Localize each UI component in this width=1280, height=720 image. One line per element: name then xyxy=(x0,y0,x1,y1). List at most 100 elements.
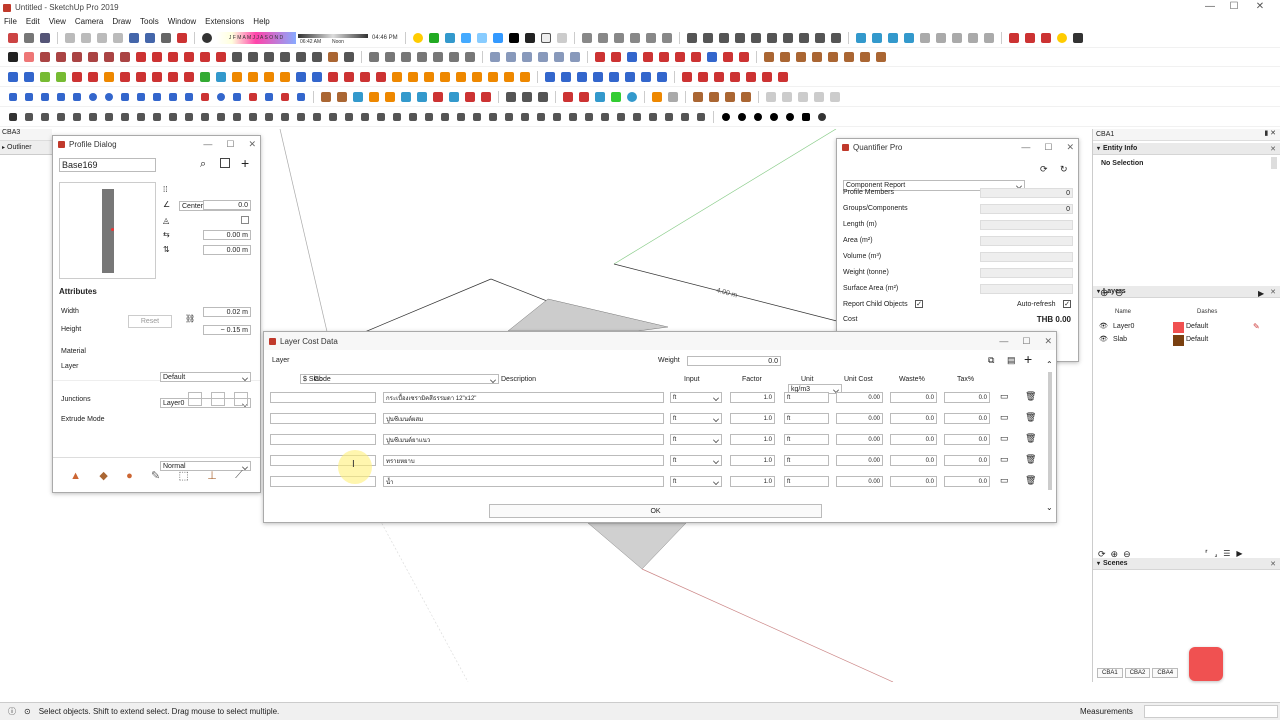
add-location-icon[interactable] xyxy=(427,32,441,45)
maximize-button[interactable]: ☐ xyxy=(1222,0,1246,14)
unit-cost-field[interactable]: 0.00 xyxy=(836,413,883,424)
solid-intersect-icon[interactable] xyxy=(504,51,518,64)
factor-field[interactable]: 1.0 xyxy=(730,455,775,466)
arrow-ad-icon[interactable] xyxy=(470,111,484,124)
search-icon[interactable]: ⌕ xyxy=(200,158,206,171)
arrow-u-icon[interactable] xyxy=(326,111,340,124)
trash-icon[interactable]: 🗑 xyxy=(1025,412,1036,423)
factor-field[interactable]: 1.0 xyxy=(730,434,775,445)
arrow-j-icon[interactable] xyxy=(150,111,164,124)
edit-d-icon[interactable] xyxy=(367,91,381,104)
tool-g-icon[interactable] xyxy=(639,71,653,84)
edit-l-icon[interactable] xyxy=(504,91,518,104)
model-info-icon[interactable] xyxy=(175,32,189,45)
trash-icon[interactable]: 🗑 xyxy=(1025,391,1036,402)
code-field[interactable] xyxy=(270,434,376,445)
solid-outer-shell-icon[interactable] xyxy=(488,51,502,64)
ok-button[interactable]: OK xyxy=(489,504,822,518)
tool-a-icon[interactable] xyxy=(543,71,557,84)
move-scene-down-icon[interactable]: ⸥ xyxy=(1214,549,1217,558)
plugin-gear-icon[interactable] xyxy=(1071,32,1085,45)
erase-icon[interactable] xyxy=(111,32,125,45)
arrow-aa-icon[interactable] xyxy=(422,111,436,124)
arrow-f-icon[interactable] xyxy=(86,111,100,124)
profile-library-icon[interactable] xyxy=(874,51,888,64)
profile-builder-icon[interactable] xyxy=(762,51,776,64)
edit-ab-icon[interactable] xyxy=(796,91,810,104)
shape-s-icon[interactable] xyxy=(294,71,308,84)
scroll-up-icon[interactable]: ⌃ xyxy=(1046,360,1053,369)
view-front-icon[interactable] xyxy=(612,32,626,45)
tax-field[interactable]: 0.0 xyxy=(944,455,990,466)
paint-profile-icon[interactable]: ▲ xyxy=(70,470,81,482)
draw-j-icon[interactable] xyxy=(150,91,164,104)
edit-z-icon[interactable] xyxy=(764,91,778,104)
solid-union-icon[interactable] xyxy=(520,51,534,64)
sandbox-from-contours-icon[interactable] xyxy=(367,51,381,64)
shape-ag-icon[interactable] xyxy=(518,71,532,84)
edit-q-icon[interactable] xyxy=(593,91,607,104)
height-field[interactable]: ~ 0.15 m xyxy=(203,325,251,335)
edit-e-icon[interactable] xyxy=(383,91,397,104)
shape-k-icon[interactable] xyxy=(166,71,180,84)
flip-edge-icon[interactable] xyxy=(463,51,477,64)
edit-h-icon[interactable] xyxy=(431,91,445,104)
minimize-icon[interactable]: — xyxy=(999,332,1008,350)
edit-g-icon[interactable] xyxy=(415,91,429,104)
waste-field[interactable]: 0.0 xyxy=(890,476,937,487)
arrow-a-icon[interactable] xyxy=(6,111,20,124)
draw-o-icon[interactable] xyxy=(230,91,244,104)
shape-h-icon[interactable] xyxy=(118,71,132,84)
offset-icon[interactable] xyxy=(214,51,228,64)
close-button[interactable]: ✕ xyxy=(1248,0,1272,14)
visibility-eye-icon[interactable]: 👁 xyxy=(1099,322,1108,330)
menu-help[interactable]: Help xyxy=(253,17,269,26)
input-select[interactable]: ft xyxy=(670,434,722,445)
tax-field[interactable]: 0.0 xyxy=(944,476,990,487)
comment-icon[interactable]: ▭ xyxy=(1000,475,1009,486)
scroll-down-icon[interactable]: ⌄ xyxy=(1046,503,1053,512)
draw-q-icon[interactable] xyxy=(262,91,276,104)
eyedropper-icon[interactable]: ⟋ xyxy=(235,469,243,482)
code-field[interactable] xyxy=(270,392,376,403)
tool-d-icon[interactable] xyxy=(591,71,605,84)
outliner-header[interactable]: ▸ Outliner xyxy=(0,141,52,155)
arrow-g-icon[interactable] xyxy=(102,111,116,124)
shape-ae-icon[interactable] xyxy=(486,71,500,84)
draw-e-icon[interactable] xyxy=(70,91,84,104)
tool-n-icon[interactable] xyxy=(760,71,774,84)
waste-field[interactable]: 0.0 xyxy=(890,413,937,424)
section-fill-icon[interactable] xyxy=(902,32,916,45)
tax-field[interactable]: 0.0 xyxy=(944,413,990,424)
arrow-n-icon[interactable] xyxy=(214,111,228,124)
arrow-ah-icon[interactable] xyxy=(534,111,548,124)
unit-cost-field[interactable]: 0.00 xyxy=(836,476,883,487)
look-around-icon[interactable] xyxy=(829,32,843,45)
draw-a-icon[interactable] xyxy=(6,91,20,104)
input-select[interactable]: ft xyxy=(670,392,722,403)
edit-profile-icon[interactable]: ✎ xyxy=(151,469,160,482)
shape-d-icon[interactable] xyxy=(54,71,68,84)
record-c-icon[interactable] xyxy=(751,111,765,124)
draw-c-icon[interactable] xyxy=(38,91,52,104)
angle-field[interactable]: 0.0 xyxy=(203,200,251,210)
draw-h-icon[interactable] xyxy=(118,91,132,104)
arrow-b-icon[interactable] xyxy=(22,111,36,124)
draw-i-icon[interactable] xyxy=(134,91,148,104)
description-field[interactable]: กระเบื้องเซรามิคสีธรรมดา 12"x12" xyxy=(383,392,664,403)
build-assembly-icon[interactable] xyxy=(810,51,824,64)
visibility-eye-icon[interactable]: 👁 xyxy=(1099,335,1108,343)
description-field[interactable]: ปูนซีเมนต์ผสม xyxy=(383,413,664,424)
edit-w-icon[interactable] xyxy=(707,91,721,104)
tax-field[interactable]: 0.0 xyxy=(944,392,990,403)
maximize-icon[interactable]: ☐ xyxy=(1022,332,1030,350)
trash-icon[interactable]: 🗑 xyxy=(1025,433,1036,444)
scene-view-options-icon[interactable]: ☰ xyxy=(1223,549,1230,558)
tool-c-icon[interactable] xyxy=(575,71,589,84)
trash-icon[interactable]: 🗑 xyxy=(1025,475,1036,486)
input-select[interactable]: ft xyxy=(670,413,722,424)
orbit-icon[interactable] xyxy=(685,32,699,45)
arrow-y-icon[interactable] xyxy=(390,111,404,124)
edit-s-icon[interactable] xyxy=(625,91,639,104)
draw-k-icon[interactable] xyxy=(166,91,180,104)
